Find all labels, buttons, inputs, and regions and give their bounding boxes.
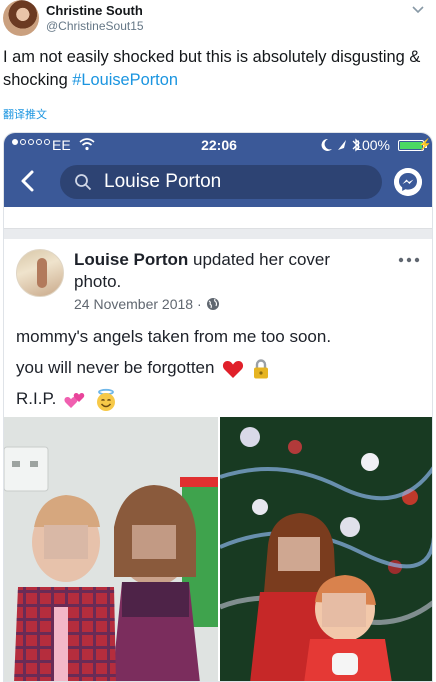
post-line-2-row: you will never be forgotten [16,352,426,383]
embedded-screenshot[interactable]: EE 22:06 100% ⚡ Louise Porton Louise Por… [3,132,433,682]
author-name[interactable]: Christine South [46,3,143,18]
cover-photos[interactable] [4,417,433,682]
caret-down-icon[interactable] [412,5,424,15]
search-input[interactable]: Louise Porton [60,165,382,199]
feed-divider [4,229,432,239]
translate-tweet-link[interactable]: 翻译推文 [3,106,47,122]
globe-icon [206,298,219,310]
angel-emoji [96,388,115,411]
search-icon [75,174,92,191]
search-value: Louise Porton [104,171,222,192]
post-line-2: you will never be forgotten [16,358,215,377]
post-meta: 24 November 2018 · [74,296,220,312]
post-author-avatar[interactable] [16,249,64,297]
lock-emoji [253,358,268,379]
tweet-text: I am not easily shocked but this is abso… [3,46,433,92]
post-author-name[interactable]: Louise Porton [74,250,188,269]
cover-photo-left[interactable] [4,417,218,682]
post-line-3-row: R.I.P. [16,383,426,414]
post-body: mommy's angels taken from me too soon. y… [16,321,426,414]
post-header: Louise Porton updated her cover photo. [74,249,374,293]
post-date[interactable]: 24 November 2018 · [74,296,202,312]
facebook-header: EE 22:06 100% ⚡ Louise Porton [4,133,432,207]
status-bar: EE 22:06 100% ⚡ [4,133,432,157]
tweet-header: Christine South @ChristineSout15 [0,0,436,40]
back-chevron-icon[interactable] [18,169,38,193]
search-results-strip [4,207,432,229]
cover-photo-right[interactable] [220,417,433,682]
author-avatar[interactable] [3,0,39,36]
more-icon[interactable] [398,257,420,263]
post-line-1: mommy's angels taken from me too soon. [16,327,332,346]
heart-emoji [223,360,244,378]
tweet-body: I am not easily shocked but this is abso… [3,48,421,89]
messenger-icon[interactable] [394,168,422,196]
facebook-post: Louise Porton updated her cover photo. 2… [4,239,433,682]
author-handle[interactable]: @ChristineSout15 [46,19,144,33]
hashtag-link[interactable]: #LouisePorton [72,71,178,89]
hearts-emoji [64,392,85,408]
charging-icon: ⚡ [418,139,432,151]
post-line-3: R.I.P. [16,389,57,408]
battery-percent: 100% [354,137,390,153]
